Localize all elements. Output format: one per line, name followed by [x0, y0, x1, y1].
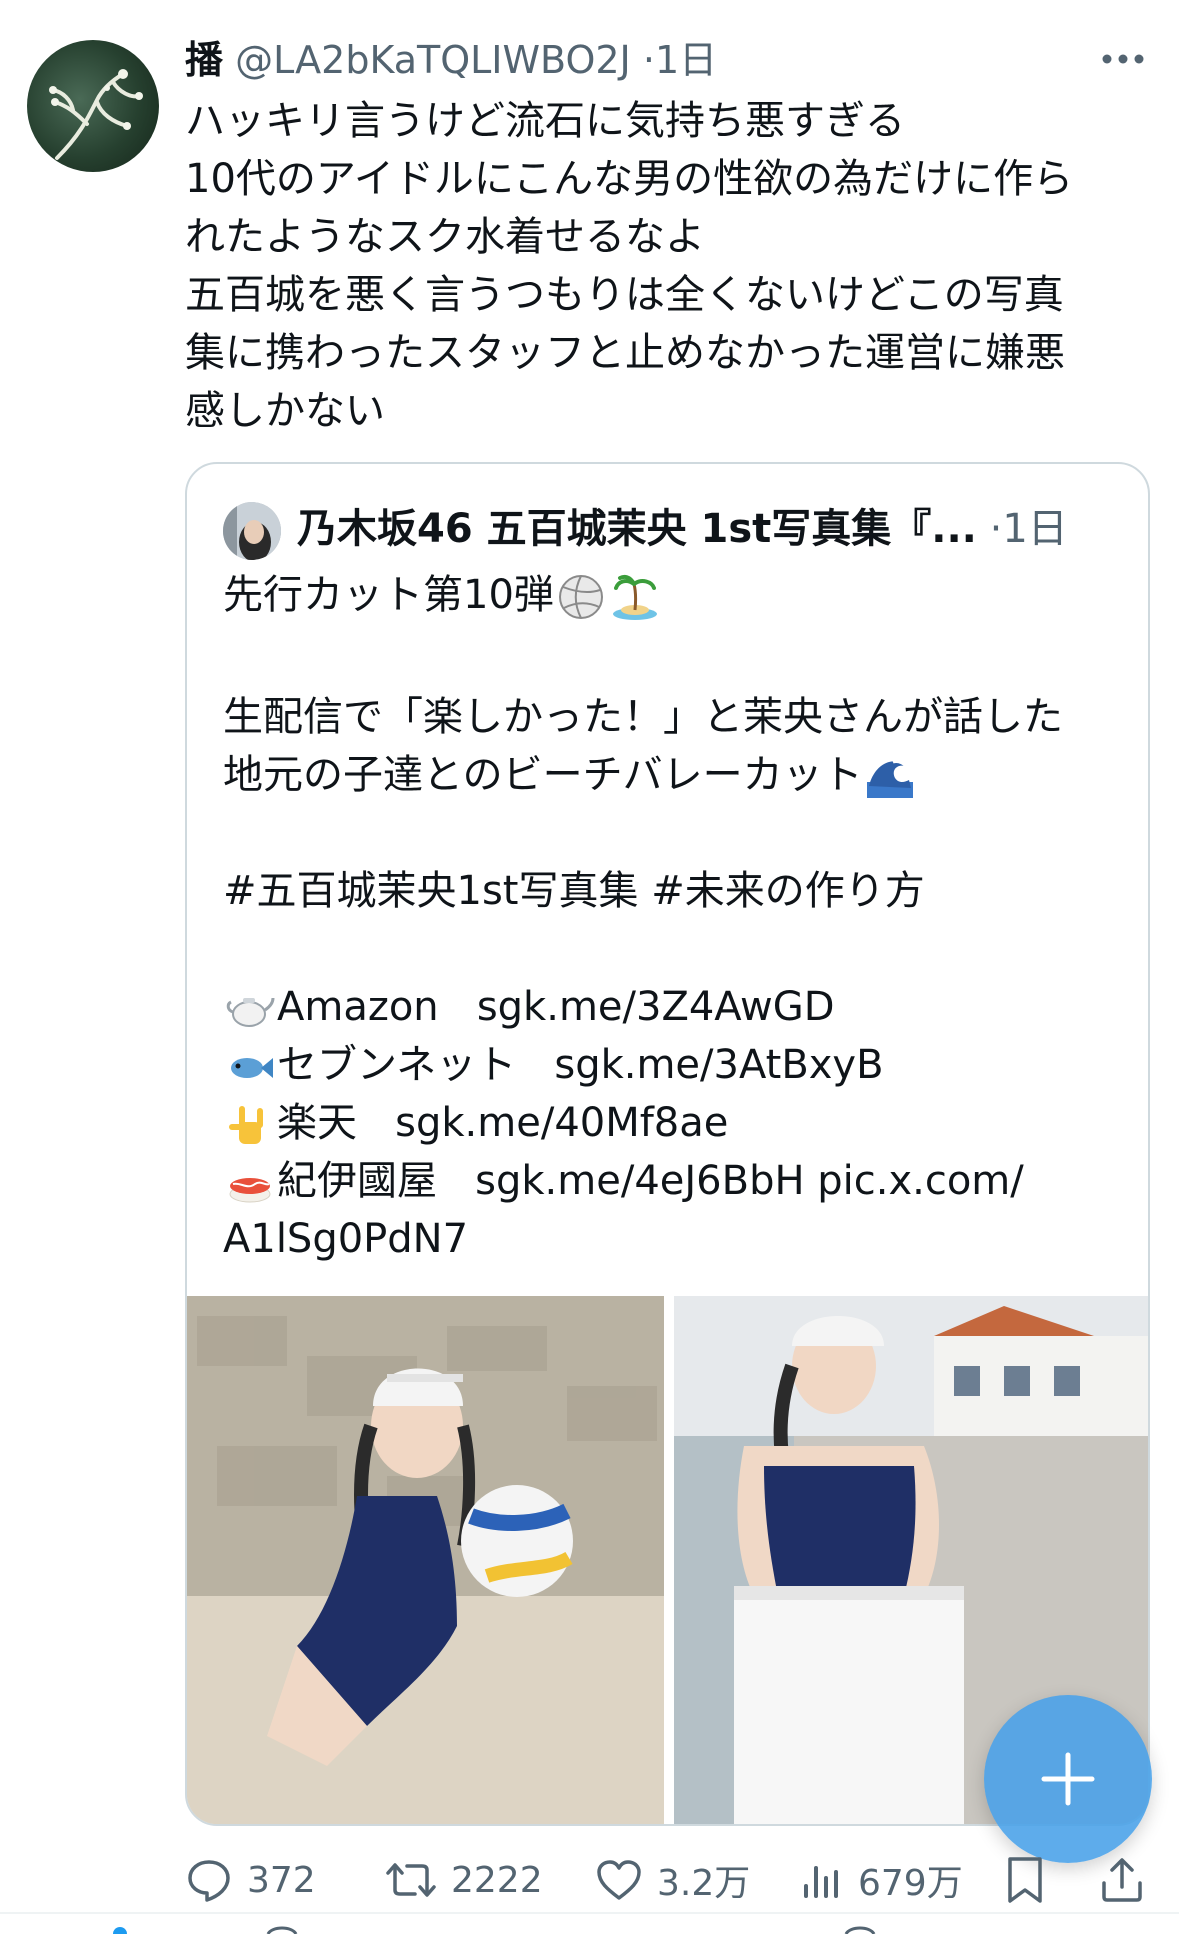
- quoted-text-line: 地元の子達とのビーチバレーカット: [223, 746, 917, 804]
- link-label-sevennet: セブンネット: [277, 1042, 517, 1088]
- wave-emoji: [865, 752, 915, 802]
- link-row: 紀伊國屋 sgk.me/4eJ6BbH pic.x.com/: [223, 1152, 1024, 1210]
- trailing-link[interactable]: A1lSg0PdN7: [223, 1210, 468, 1268]
- author-handle[interactable]: @LA2bKaTQLIWBO2J: [235, 38, 631, 82]
- photo-beach-volleyball[interactable]: [187, 1296, 664, 1824]
- view-count: 679万: [858, 1863, 963, 1904]
- tweet[interactable]: 播 @LA2bKaTQLIWBO2J ·1日 ハッキリ言うけど流石に気持ち悪すぎ…: [0, 0, 1179, 1938]
- hashtags[interactable]: #五百城茉央1st写真集 #未来の作り方: [223, 862, 925, 920]
- action-bar: 372 2222 3.2万 679万: [0, 1845, 1179, 1915]
- link-row: 楽天 sgk.me/40Mf8ae: [223, 1094, 728, 1152]
- link-label-amazon: Amazon: [277, 984, 439, 1030]
- quoted-header: 乃木坂46 五百城茉央 1st写真集『... ·1日: [297, 494, 1068, 564]
- repost-icon: [386, 1863, 436, 1897]
- teapot-emoji: [225, 984, 275, 1034]
- link-label-rakuten: 楽天: [277, 1100, 357, 1146]
- post-text-line: 10代のアイドルにこんな男の性欲の為だけに作ら: [185, 156, 1074, 202]
- author-name[interactable]: 播: [185, 38, 223, 82]
- link-row: Amazon sgk.me/3Z4AwGD: [223, 978, 835, 1036]
- post-text-line: 五百城を悪く言うつもりは全くないけどこの写真: [185, 272, 1064, 318]
- tab-bar-edge: [0, 1914, 1179, 1938]
- like-button[interactable]: 3.2万: [595, 1845, 750, 1915]
- post-header: 播 @LA2bKaTQLIWBO2J ·1日: [185, 30, 717, 90]
- link-url-sevennet[interactable]: sgk.me/3AtBxyB: [554, 1042, 883, 1088]
- share-icon: [1102, 1858, 1142, 1902]
- post-text-line: れたようなスク水着せるなよ: [185, 214, 705, 260]
- post-time[interactable]: 1日: [655, 38, 717, 82]
- compose-button[interactable]: [984, 1695, 1152, 1863]
- fish-emoji: [225, 1042, 275, 1092]
- link-url-kinokuniya[interactable]: sgk.me/4eJ6BbH pic.x.com/: [475, 1158, 1024, 1204]
- love-you-gesture-emoji: [225, 1100, 275, 1150]
- quoted-author-name[interactable]: 乃木坂46 五百城茉央 1st写真集『...: [297, 506, 977, 552]
- reply-button[interactable]: 372: [185, 1845, 316, 1915]
- quoted-text-line: 先行カット第10弾: [223, 566, 662, 624]
- like-count: 3.2万: [657, 1863, 751, 1904]
- post-text-line: 感しかない: [185, 388, 385, 434]
- plus-icon: [1041, 1752, 1095, 1806]
- quoted-text-line1: 先行カット第10弾: [223, 572, 554, 618]
- share-button[interactable]: [1098, 1845, 1146, 1915]
- post-text-line: ハッキリ言うけど流石に気持ち悪すぎる: [185, 98, 905, 144]
- author-avatar[interactable]: [27, 40, 159, 172]
- link-row: セブンネット sgk.me/3AtBxyB: [223, 1036, 884, 1094]
- quoted-text-line3: 地元の子達とのビーチバレーカット: [223, 752, 863, 798]
- reply-icon: [188, 1860, 230, 1902]
- repost-count: 2222: [451, 1859, 543, 1901]
- volleyball-emoji: [556, 572, 606, 622]
- link-url-amazon[interactable]: sgk.me/3Z4AwGD: [477, 984, 835, 1030]
- repost-button[interactable]: 2222: [385, 1845, 543, 1915]
- desert-island-emoji: [610, 572, 660, 622]
- sushi-emoji: [225, 1158, 275, 1208]
- link-url-rakuten[interactable]: sgk.me/40Mf8ae: [395, 1100, 728, 1146]
- quoted-time[interactable]: 1日: [1002, 506, 1067, 552]
- quoted-text-line2: 生配信で「楽しかった！」と茉央さんが話した: [223, 694, 1063, 740]
- bookmark-icon: [1008, 1857, 1042, 1903]
- quoted-post[interactable]: 乃木坂46 五百城茉央 1st写真集『... ·1日 先行カット第10弾 生配信…: [185, 462, 1150, 1826]
- coral-branch-avatar-icon: [49, 69, 143, 160]
- bookmark-button[interactable]: [1004, 1845, 1046, 1915]
- link-label-kinokuniya: 紀伊國屋: [277, 1158, 437, 1204]
- heart-icon: [597, 1860, 641, 1900]
- post-text: ハッキリ言うけど流石に気持ち悪すぎる 10代のアイドルにこんな男の性欲の為だけに…: [185, 92, 1125, 440]
- more-horizontal-icon[interactable]: [1098, 44, 1148, 74]
- separator-dot: ·: [989, 506, 1003, 552]
- quoted-author-avatar[interactable]: [223, 502, 281, 560]
- views-bar-chart-icon: [804, 1866, 838, 1898]
- reply-count: 372: [247, 1859, 316, 1901]
- separator-dot: ·: [642, 38, 655, 82]
- post-text-line: 集に携わったスタッフと止めなかった運営に嫌悪: [185, 330, 1065, 376]
- views-button[interactable]: 679万: [800, 1845, 963, 1915]
